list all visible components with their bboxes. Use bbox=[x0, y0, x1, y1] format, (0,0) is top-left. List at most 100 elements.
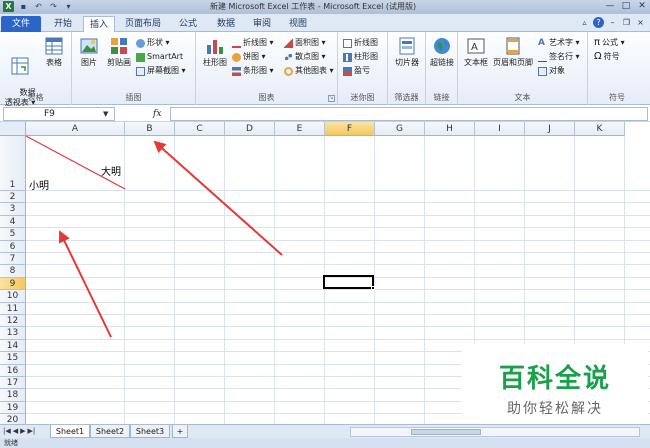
last-sheet-icon[interactable]: ▶| bbox=[28, 426, 36, 437]
area-chart-button[interactable]: 面积图 ▾ bbox=[284, 37, 326, 49]
other-charts-label: 其他图表 ▾ bbox=[295, 66, 334, 75]
horizontal-scroll-thumb[interactable] bbox=[411, 429, 481, 435]
line-chart-label: 折线图 ▾ bbox=[243, 38, 274, 47]
sheet-tab-sheet1[interactable]: Sheet1 bbox=[50, 425, 90, 438]
undo-icon[interactable]: ↶ bbox=[33, 1, 44, 12]
name-box[interactable]: F9 bbox=[3, 107, 115, 121]
status-bar: 就绪 bbox=[0, 438, 650, 448]
formula-input[interactable] bbox=[170, 107, 648, 121]
scatter-chart-button[interactable]: 散点图 ▾ bbox=[284, 51, 326, 63]
pie-chart-button[interactable]: 饼图 ▾ bbox=[232, 51, 266, 63]
restore-workbook-icon[interactable]: ❐ bbox=[621, 17, 632, 28]
horizontal-scrollbar[interactable] bbox=[350, 427, 640, 437]
line-chart-icon bbox=[232, 39, 241, 48]
slicer-icon bbox=[399, 37, 415, 55]
hyperlink-button[interactable]: 超链接 bbox=[427, 36, 457, 68]
table-label: 表格 bbox=[46, 58, 62, 67]
redo-icon[interactable]: ↷ bbox=[48, 1, 59, 12]
tab-home[interactable]: 开始 bbox=[46, 16, 80, 32]
symbol-button[interactable]: Ω 符号 bbox=[594, 51, 620, 63]
picture-icon bbox=[80, 38, 98, 54]
signature-line-button[interactable]: 签名行 ▾ bbox=[538, 51, 580, 63]
line-chart-button[interactable]: 折线图 ▾ bbox=[232, 37, 274, 49]
group-charts-label: 图表 bbox=[258, 93, 275, 102]
group-filter: 切片器 筛选器 bbox=[388, 32, 426, 105]
sparkline-line-icon bbox=[343, 38, 352, 48]
help-icon[interactable]: ? bbox=[593, 17, 604, 28]
pie-chart-label: 饼图 ▾ bbox=[243, 52, 266, 61]
area-chart-label: 面积图 ▾ bbox=[295, 38, 326, 47]
equation-label: 公式 ▾ bbox=[602, 38, 625, 47]
sheet-tab-sheet3[interactable]: Sheet3 bbox=[130, 425, 170, 438]
tab-file[interactable]: 文件 bbox=[1, 16, 41, 32]
close-workbook-icon[interactable]: × bbox=[635, 17, 646, 28]
equation-button[interactable]: π 公式 ▾ bbox=[594, 37, 625, 49]
textbox-button[interactable]: A 文本框 bbox=[461, 36, 491, 68]
signature-line-label: 签名行 ▾ bbox=[549, 52, 580, 61]
close-button[interactable]: ✕ bbox=[634, 0, 650, 12]
pivot-table-icon bbox=[11, 57, 29, 75]
active-cell[interactable] bbox=[323, 275, 374, 289]
prev-sheet-icon[interactable]: ◀ bbox=[13, 426, 18, 437]
tab-formulas[interactable]: 公式 bbox=[172, 16, 204, 32]
sparkline-column-label: 柱形图 bbox=[354, 52, 378, 61]
slicer-button[interactable]: 切片器 bbox=[391, 36, 423, 68]
excel-icon[interactable]: X bbox=[3, 1, 14, 12]
picture-button[interactable]: 图片 bbox=[76, 36, 102, 68]
table-icon bbox=[45, 37, 63, 55]
sparkline-column-button[interactable]: 柱形图 bbox=[343, 51, 378, 63]
column-chart-label: 柱形图 bbox=[203, 58, 227, 67]
save-icon[interactable]: ▪ bbox=[18, 1, 29, 12]
smartart-button[interactable]: SmartArt bbox=[136, 51, 183, 63]
screenshot-button[interactable]: 屏幕截图 ▾ bbox=[136, 65, 186, 77]
shapes-label: 形状 ▾ bbox=[147, 38, 170, 47]
omega-icon: Ω bbox=[594, 51, 602, 62]
name-box-dropdown-icon[interactable]: ▼ bbox=[103, 107, 108, 121]
group-text: A 文本框 页眉和页脚 A 艺术字 ▾ 签名行 ▾ 对象 文本 bbox=[458, 32, 588, 105]
insert-function-icon[interactable]: fx bbox=[153, 107, 161, 121]
status-text: 就绪 bbox=[4, 439, 18, 447]
wordart-label: 艺术字 ▾ bbox=[549, 38, 580, 47]
hyperlink-label: 超链接 bbox=[430, 58, 454, 67]
insert-sheet-icon[interactable]: + bbox=[172, 425, 188, 438]
tab-review[interactable]: 审阅 bbox=[246, 16, 278, 32]
charts-dialog-launcher[interactable]: ↘ bbox=[328, 95, 335, 102]
bar-chart-button[interactable]: 条形图 ▾ bbox=[232, 65, 274, 77]
fill-handle[interactable] bbox=[371, 286, 375, 290]
minimize-workbook-icon[interactable]: – bbox=[607, 17, 618, 28]
sparkline-column-icon bbox=[343, 52, 352, 62]
tab-insert[interactable]: 插入 bbox=[83, 16, 115, 32]
object-button[interactable]: 对象 bbox=[538, 65, 565, 77]
other-charts-button[interactable]: 其他图表 ▾ bbox=[284, 65, 334, 77]
tab-page-layout[interactable]: 页面布局 bbox=[120, 16, 166, 32]
collapse-ribbon-icon[interactable]: ▵ bbox=[579, 17, 590, 28]
shapes-button[interactable]: 形状 ▾ bbox=[136, 37, 170, 49]
first-sheet-icon[interactable]: |◀ bbox=[3, 426, 11, 437]
column-chart-button[interactable]: 柱形图 bbox=[199, 36, 231, 68]
ribbon: 数据 透视表 ▾ 表格 表格 图片 剪贴画 形状 ▾ SmartArt 屏幕截图… bbox=[0, 32, 650, 107]
header-footer-label: 页眉和页脚 bbox=[493, 58, 533, 67]
shapes-icon bbox=[136, 38, 145, 48]
customize-qat-icon[interactable]: ▾ bbox=[63, 1, 74, 12]
group-text-label: 文本 bbox=[514, 93, 531, 102]
textbox-label: 文本框 bbox=[464, 58, 488, 67]
wordart-icon: A bbox=[538, 37, 545, 48]
next-sheet-icon[interactable]: ▶ bbox=[20, 426, 25, 437]
sparkline-line-button[interactable]: 折线图 bbox=[343, 37, 378, 49]
sparkline-winloss-icon bbox=[343, 66, 352, 76]
sparkline-winloss-button[interactable]: 盈亏 bbox=[343, 65, 370, 77]
table-button[interactable]: 表格 bbox=[40, 36, 68, 68]
minimize-button[interactable]: — bbox=[602, 0, 618, 12]
tab-view[interactable]: 视图 bbox=[282, 16, 314, 32]
clipart-button[interactable]: 剪贴画 bbox=[104, 36, 134, 68]
sheet-tab-sheet2[interactable]: Sheet2 bbox=[90, 425, 130, 438]
maximize-button[interactable]: □ bbox=[618, 0, 634, 12]
ribbon-tabs: 文件 开始 插入 页面布局 公式 数据 审阅 视图 ▵ ? – ❐ × bbox=[0, 14, 650, 32]
group-symbols: π 公式 ▾ Ω 符号 符号 bbox=[588, 32, 646, 105]
watermark: 百科全说 助你轻松解决 bbox=[462, 344, 648, 424]
tab-data[interactable]: 数据 bbox=[210, 16, 242, 32]
bar-chart-icon bbox=[232, 66, 241, 76]
wordart-button[interactable]: A 艺术字 ▾ bbox=[538, 37, 580, 49]
object-label: 对象 bbox=[549, 66, 565, 75]
header-footer-button[interactable]: 页眉和页脚 bbox=[491, 36, 535, 68]
